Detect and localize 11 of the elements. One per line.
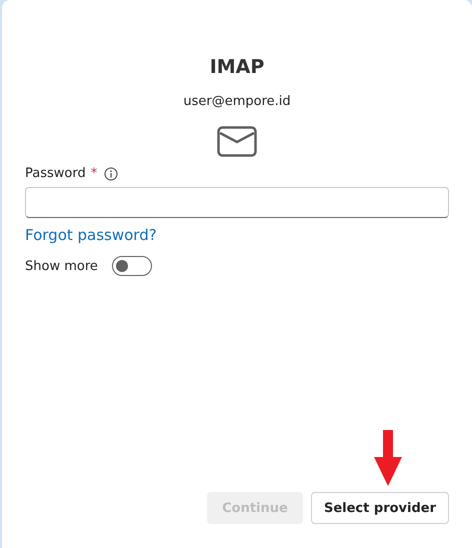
show-more-toggle[interactable] bbox=[112, 256, 152, 276]
info-icon[interactable] bbox=[104, 166, 118, 180]
select-provider-button[interactable]: Select provider bbox=[310, 492, 449, 524]
account-email: user@empore.id bbox=[182, 94, 292, 109]
password-label: Password bbox=[25, 166, 86, 181]
dialog-title: IMAP bbox=[208, 56, 266, 78]
show-more-label: Show more bbox=[25, 258, 98, 274]
forgot-password-link[interactable]: Forgot password? bbox=[25, 226, 157, 244]
required-mark: * bbox=[90, 166, 98, 181]
password-field[interactable] bbox=[25, 187, 449, 218]
envelope-icon bbox=[217, 126, 257, 157]
